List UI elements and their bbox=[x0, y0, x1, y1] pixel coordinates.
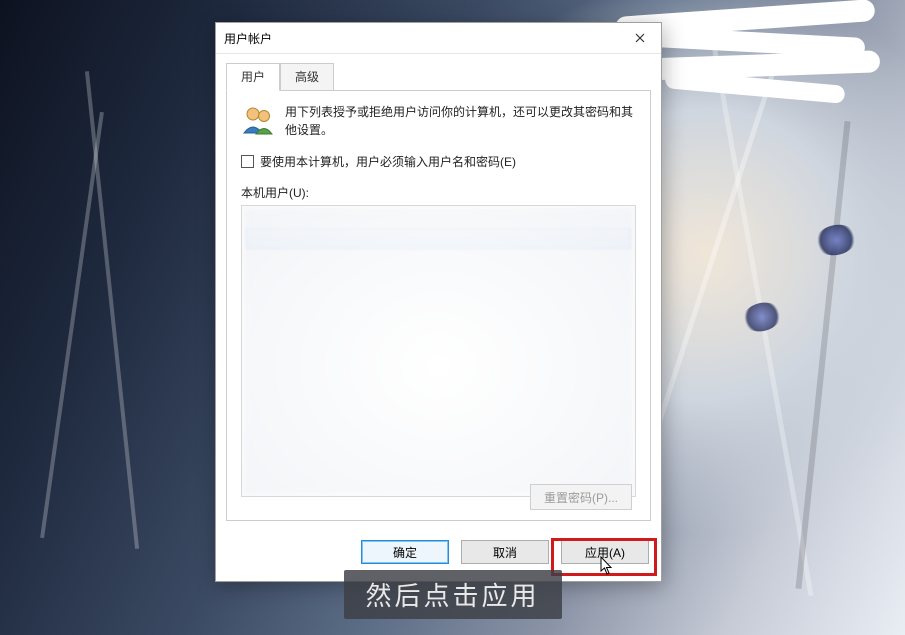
intro-text: 用下列表授予或拒绝用户访问你的计算机，还可以更改其密码和其他设置。 bbox=[285, 103, 636, 139]
apply-button[interactable]: 应用(A) bbox=[561, 540, 649, 564]
tab-advanced[interactable]: 高级 bbox=[280, 63, 334, 91]
subtitle-caption: 然后点击应用 bbox=[343, 570, 561, 619]
ok-button[interactable]: 确定 bbox=[361, 540, 449, 564]
local-users-list[interactable] bbox=[241, 205, 636, 497]
local-users-label: 本机用户(U): bbox=[241, 184, 636, 201]
close-button[interactable] bbox=[619, 23, 661, 53]
tab-panel-users: 用下列表授予或拒绝用户访问你的计算机，还可以更改其密码和其他设置。 要使用本计算… bbox=[226, 90, 651, 521]
reset-password-button[interactable]: 重置密码(P)... bbox=[530, 484, 632, 510]
users-icon bbox=[241, 103, 275, 137]
cancel-button[interactable]: 取消 bbox=[461, 540, 549, 564]
desktop-wallpaper: 用户帐户 用户 高级 用下列表 bbox=[0, 0, 905, 635]
user-accounts-dialog: 用户帐户 用户 高级 用下列表 bbox=[215, 22, 662, 582]
dialog-title: 用户帐户 bbox=[224, 30, 619, 47]
tabstrip: 用户 高级 bbox=[216, 54, 661, 90]
require-login-checkbox-row[interactable]: 要使用本计算机，用户必须输入用户名和密码(E) bbox=[241, 153, 636, 170]
require-login-label: 要使用本计算机，用户必须输入用户名和密码(E) bbox=[260, 153, 516, 170]
tab-users[interactable]: 用户 bbox=[226, 63, 280, 91]
close-icon bbox=[635, 33, 645, 43]
titlebar[interactable]: 用户帐户 bbox=[216, 23, 661, 54]
require-login-checkbox[interactable] bbox=[241, 155, 254, 168]
